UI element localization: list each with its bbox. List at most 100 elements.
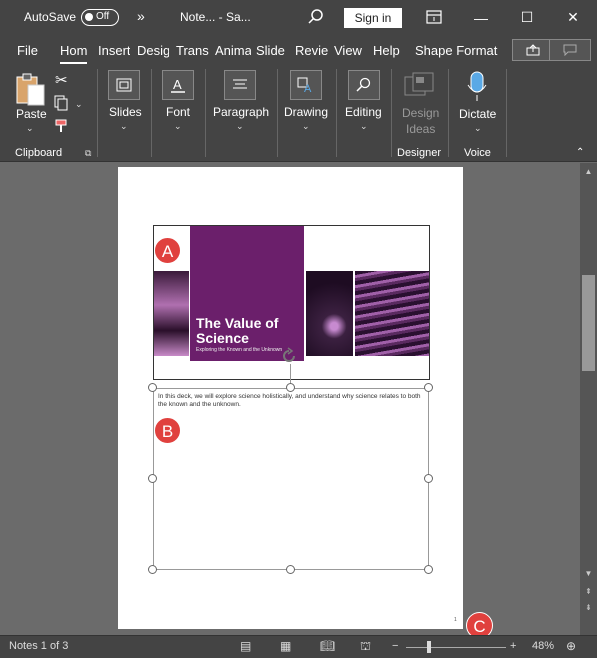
slide-title-line1: The Value of [196,315,279,331]
slide-subtitle: Exploring the Known and the Unknown [196,347,283,353]
paste-dropdown-icon[interactable]: ⌄ [26,123,34,134]
dictate-dropdown-icon[interactable]: ⌄ [474,123,482,134]
paragraph-label[interactable]: Paragraph [213,105,269,119]
previous-page-icon[interactable]: ⇞ [580,585,597,599]
page-number: 1 [454,617,457,623]
normal-view-icon[interactable]: ▤ [240,639,251,653]
microphone-icon[interactable] [467,71,487,106]
tab-design[interactable]: Desig [137,43,169,58]
format-painter-icon[interactable] [55,119,71,136]
resize-handle-left[interactable] [148,474,157,483]
slides-dropdown-icon[interactable]: ⌄ [120,121,128,132]
ribbon-divider [205,69,206,157]
collapse-ribbon-icon[interactable]: ⌃ [576,147,584,158]
rotate-handle-icon[interactable] [280,347,298,368]
slide-image-left [154,271,189,356]
font-dropdown-icon[interactable]: ⌄ [174,121,182,132]
zoom-level[interactable]: 48% [532,640,554,652]
font-label[interactable]: Font [166,105,190,119]
close-button[interactable]: ✕ [550,0,596,35]
zoom-out-button[interactable]: − [392,640,398,652]
svg-text:A: A [173,77,182,92]
drawing-dropdown-icon[interactable]: ⌄ [302,121,310,132]
notes-text-box[interactable]: In this deck, we will explore science ho… [153,388,429,570]
design-ideas-label-line1[interactable]: Design [402,106,439,120]
zoom-slider-track[interactable] [406,647,506,648]
tab-review[interactable]: Revie [295,43,329,58]
paragraph-dropdown-icon[interactable]: ⌄ [236,121,244,132]
scroll-down-icon[interactable]: ▼ [580,567,597,581]
sign-in-button[interactable]: Sign in [344,8,402,28]
resize-handle-top-left[interactable] [148,383,157,392]
tab-help[interactable]: Help [373,43,400,58]
scroll-thumb[interactable] [582,275,595,371]
paragraph-icon[interactable] [224,70,256,100]
resize-handle-bottom[interactable] [286,565,295,574]
scroll-up-icon[interactable]: ▲ [580,165,597,179]
resize-handle-right[interactable] [424,474,433,483]
comments-button[interactable] [549,39,591,61]
notes-page-workspace: The Value of Science Exploring the Known… [0,163,580,635]
designer-group-label: Designer [397,147,442,159]
editing-icon[interactable] [348,70,380,100]
dictate-label[interactable]: Dictate [459,107,496,121]
clipboard-launcher-icon[interactable]: ⧉ [85,148,91,159]
editing-label[interactable]: Editing [345,105,382,119]
slides-icon[interactable] [108,70,140,100]
resize-handle-bottom-right[interactable] [424,565,433,574]
maximize-button[interactable]: ☐ [504,0,550,35]
callout-badge-b: B [154,417,181,444]
vertical-scrollbar[interactable]: ▲ ▼ ⇞ ⇟ [580,163,597,635]
notes-text[interactable]: In this deck, we will explore science ho… [158,393,424,409]
font-icon[interactable]: A [162,70,194,100]
slide-show-icon[interactable]: ⛫ [360,639,371,655]
slide-title: The Value of Science [196,316,306,346]
tab-shape-format[interactable]: Shape Format [415,43,497,58]
fit-to-window-icon[interactable]: ⊕ [566,639,576,653]
slide-image-seedling [306,271,353,356]
resize-handle-top[interactable] [286,383,295,392]
editing-dropdown-icon[interactable]: ⌄ [360,121,368,132]
copy-icon[interactable] [54,95,68,114]
ribbon: Paste ⌄ ✂ ⌄ Clipboard ⧉ Slides ⌄ A Font … [0,65,597,162]
notes-count: Notes 1 of 3 [9,640,69,652]
tab-animations[interactable]: Anima [215,43,251,58]
share-button[interactable] [512,39,554,61]
tab-transitions[interactable]: Trans [176,43,210,58]
zoom-in-button[interactable]: + [510,640,516,652]
minimize-button[interactable]: — [458,0,504,35]
slide-image-waves [355,271,429,356]
cut-icon[interactable]: ✂ [55,71,68,89]
ribbon-divider [391,69,392,157]
zoom-slider-knob[interactable] [427,641,431,653]
paste-button[interactable] [14,73,46,110]
design-ideas-label-line2[interactable]: Ideas [406,122,435,136]
autosave-label: AutoSave [24,10,77,24]
resize-handle-bottom-left[interactable] [148,565,157,574]
ribbon-divider [277,69,278,157]
slides-label[interactable]: Slides [109,105,142,119]
design-ideas-icon[interactable] [403,71,435,102]
ribbon-display-options-icon[interactable] [426,10,442,27]
drawing-icon[interactable]: A [290,70,322,100]
more-commands-icon[interactable]: » [137,8,145,24]
tab-insert[interactable]: Insert [98,43,130,58]
voice-group-label: Voice [464,147,491,159]
tab-slide-show[interactable]: Slide [256,43,285,58]
tab-home[interactable]: Hom [60,43,88,64]
resize-handle-top-right[interactable] [424,383,433,392]
autosave-toggle[interactable]: Off [81,9,119,26]
paste-label: Paste [16,107,47,121]
tab-file[interactable]: File [17,43,38,58]
next-page-icon[interactable]: ⇟ [580,601,597,615]
slide-sorter-icon[interactable]: ▦ [280,639,291,653]
paste-icon [16,73,45,106]
tab-view[interactable]: View [334,43,362,58]
search-icon[interactable] [308,9,324,28]
ribbon-divider [151,69,152,157]
drawing-label[interactable]: Drawing [284,105,328,119]
document-title[interactable]: Note... - Sa... [180,10,251,24]
copy-dropdown-icon[interactable]: ⌄ [75,99,83,110]
reading-view-icon[interactable]: 📖︎ [320,639,335,653]
toggle-knob [85,13,93,21]
